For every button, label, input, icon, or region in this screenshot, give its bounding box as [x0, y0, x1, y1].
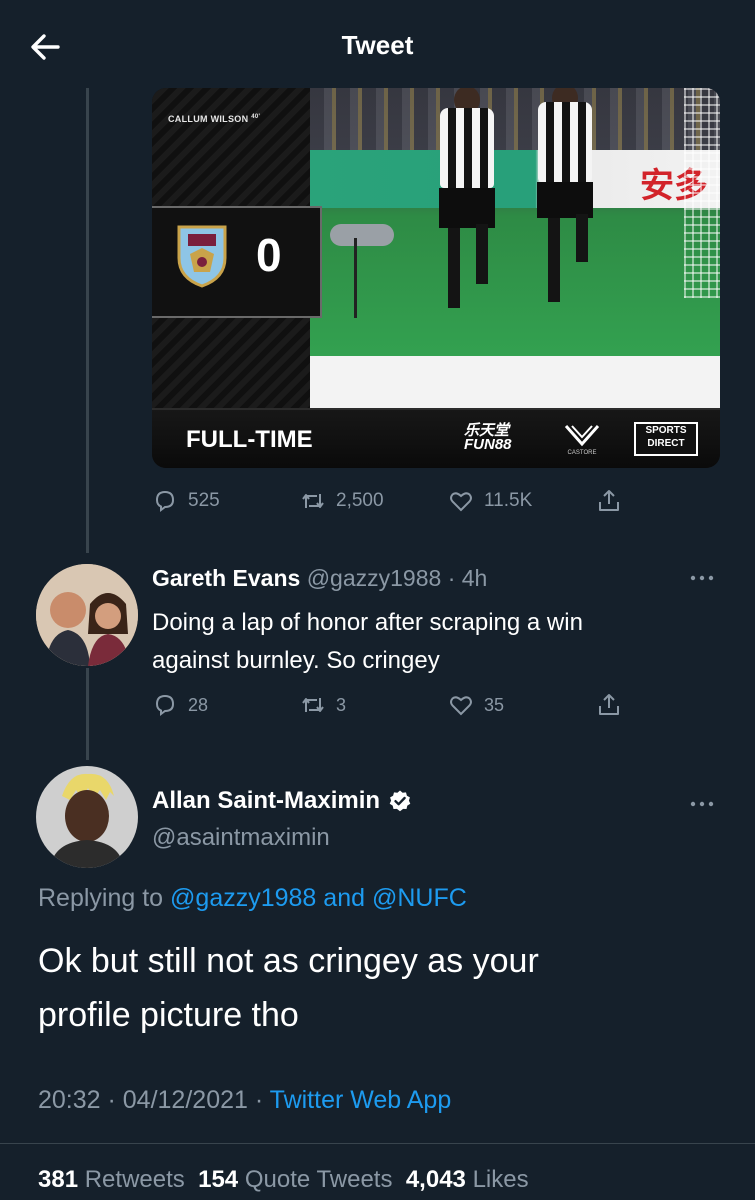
likes-stat[interactable]: 4,043 Likes — [406, 1166, 529, 1193]
main-tweet-text: Ok but still not as cringey as your prof… — [38, 934, 539, 1042]
avatar-photo-icon — [36, 564, 138, 666]
avatar-allan[interactable] — [36, 766, 138, 868]
retweets-stat[interactable]: 381 Retweets — [38, 1166, 185, 1193]
replying-prefix: Replying to — [38, 884, 164, 912]
reply-text-line: Doing a lap of honor after scraping a wi… — [152, 609, 583, 636]
match-photo: 安多 — [310, 88, 720, 356]
graphic-footer: FULL-TIME 乐天堂 FUN88 CASTORE SPORTS DIREC… — [152, 408, 720, 468]
more-icon — [690, 575, 714, 581]
share-icon — [599, 490, 619, 511]
retweet-action[interactable]: 3 — [300, 692, 346, 718]
reply-tweet-text: Doing a lap of honor after scraping a wi… — [152, 604, 583, 680]
thread-line-top — [86, 88, 89, 553]
tweet-meta: 20:32 · 04/12/2021 · Twitter Web App — [38, 1086, 451, 1115]
reply-action[interactable]: 28 — [152, 692, 208, 718]
score-value: 0 — [256, 229, 282, 281]
tweet-time: · 4h — [447, 565, 488, 591]
retweet-count: 2,500 — [336, 490, 384, 511]
retweet-icon — [302, 698, 324, 712]
thread-line-middle — [86, 668, 89, 760]
mention-link[interactable]: @NUFC — [372, 884, 467, 912]
tweet-media[interactable]: CALLUM WILSON 40' 安多 0 FULL-TIME 乐天堂 FUN… — [152, 88, 720, 468]
crowd — [310, 88, 720, 152]
microphone-stand — [354, 238, 357, 318]
sponsor-castore-logo: CASTORE — [562, 420, 602, 460]
more-icon — [690, 801, 714, 807]
avatar-photo-icon — [36, 766, 138, 868]
share-action[interactable] — [596, 488, 622, 514]
heart-icon — [450, 492, 472, 512]
microphone — [330, 224, 394, 246]
reply-action[interactable]: 525 — [152, 488, 220, 514]
reply-count: 28 — [188, 694, 209, 715]
reply-icon — [155, 490, 175, 512]
main-tweet-author[interactable]: Allan Saint-Maximin — [152, 787, 412, 815]
score-box: 0 — [152, 206, 322, 318]
tweet-stats: 381 Retweets 154 Quote Tweets 4,043 Like… — [38, 1166, 529, 1194]
more-button[interactable] — [690, 566, 714, 589]
replying-and: and — [323, 884, 366, 912]
retweet-action[interactable]: 2,500 — [300, 488, 384, 514]
like-action[interactable]: 35 — [448, 692, 504, 718]
full-time-label: FULL-TIME — [186, 426, 313, 453]
replying-to: Replying to @gazzy1988 and @NUFC — [38, 884, 467, 913]
retweet-icon — [302, 494, 324, 508]
goal-net — [684, 88, 720, 298]
heart-icon — [450, 696, 472, 716]
reply-count: 525 — [188, 490, 220, 511]
verified-badge-icon — [389, 790, 411, 812]
author-handle[interactable]: @gazzy1988 — [307, 565, 442, 591]
reply-text-line: against burnley. So cringey — [152, 647, 440, 674]
tweet-timestamp[interactable]: 20:32 · 04/12/2021 · — [38, 1086, 263, 1114]
more-button[interactable] — [690, 792, 714, 815]
tweet-text-line: Ok but still not as cringey as your — [38, 942, 539, 980]
author-handle[interactable]: @asaintmaximin — [152, 824, 330, 852]
graphic-white-strip — [310, 356, 720, 408]
castore-mark-icon — [564, 425, 600, 447]
share-action[interactable] — [596, 692, 622, 718]
divider — [0, 1143, 755, 1144]
mention-link[interactable]: @gazzy1988 — [170, 884, 316, 912]
author-name[interactable]: Allan Saint-Maximin — [152, 787, 380, 815]
reply-icon — [155, 694, 175, 716]
like-count: 35 — [484, 694, 505, 715]
tweet-source-link[interactable]: Twitter Web App — [270, 1086, 452, 1114]
burnley-crest-icon — [177, 225, 227, 288]
quote-tweets-stat[interactable]: 154 Quote Tweets — [198, 1166, 392, 1193]
retweet-count: 3 — [336, 694, 347, 715]
reply-tweet-header: Gareth Evans @gazzy1988 · 4h — [152, 565, 487, 592]
like-action[interactable]: 11.5K — [448, 488, 532, 514]
page-title: Tweet — [341, 30, 414, 60]
like-count: 11.5K — [484, 490, 533, 511]
scorer-label: CALLUM WILSON 40' — [168, 114, 261, 124]
sponsor-sports-direct-logo: SPORTS DIRECT — [634, 422, 698, 456]
avatar-gareth[interactable] — [36, 564, 138, 666]
author-name[interactable]: Gareth Evans — [152, 565, 300, 591]
share-icon — [599, 694, 619, 715]
tweet-text-line: profile picture tho — [38, 996, 299, 1034]
sponsor-fun88-logo: 乐天堂 FUN88 — [464, 422, 512, 453]
